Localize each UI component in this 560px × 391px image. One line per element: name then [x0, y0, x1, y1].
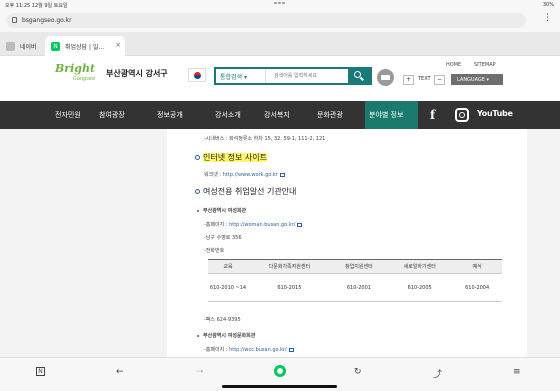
- table-cell: 610-2005: [387, 273, 453, 302]
- search-input[interactable]: 검색어를 입력하세요: [274, 72, 317, 79]
- heading-women-employment: 여성전용 취업알선 기관안내: [203, 187, 297, 196]
- list-dot-icon: [197, 210, 199, 212]
- table-header: 다문화가족지원센터: [248, 259, 331, 274]
- logo-gangseo: Gangseo: [73, 76, 96, 82]
- home-indicator[interactable]: [222, 385, 337, 388]
- text-size-label: TEXT: [418, 76, 431, 82]
- section-bullet-icon: [195, 189, 200, 194]
- status-bar: 오후 11:25 12월 9일 토요일 30%: [0, 0, 560, 10]
- lock-icon: [12, 17, 17, 23]
- close-tab-icon[interactable]: ×: [115, 41, 121, 49]
- search-button[interactable]: [348, 69, 370, 83]
- naver-favicon-icon: [6, 42, 15, 51]
- org2-name: 부산광역시 여성문화회관: [203, 333, 256, 339]
- text-zoom-out-button[interactable]: −: [434, 75, 445, 85]
- nav-item-culture[interactable]: 문화관광: [317, 110, 343, 120]
- heading-internet-sites: 인터넷 정보 사이트: [203, 153, 267, 162]
- table-header: 교육: [208, 259, 248, 274]
- org2-homepage: -홈페이지 : http://wcc.busan.go.kr/: [204, 346, 294, 353]
- table-header: 예식: [452, 259, 502, 274]
- site-name[interactable]: 부산광역시 강서구: [106, 68, 168, 79]
- section-bullet-icon: [195, 155, 200, 160]
- list-dot-icon: [197, 335, 199, 337]
- external-link-icon: [297, 222, 303, 227]
- org2-link[interactable]: http://wcc.busan.go.kr/: [229, 347, 287, 353]
- bus-info: -시내버스 : 화석정류소 하차 15, 32, 59-1, 111-2, 12…: [204, 136, 326, 142]
- refresh-icon[interactable]: ↻: [354, 367, 362, 377]
- forward-arrow-icon[interactable]: →: [196, 367, 204, 377]
- korean-flag-icon: [188, 68, 206, 82]
- sitemap-link[interactable]: SITEMAP: [474, 62, 496, 68]
- url-field[interactable]: bsgangseo.go.kr: [6, 13, 526, 28]
- worknet-link[interactable]: http://www.work.go.kr: [223, 172, 278, 178]
- back-arrow-icon[interactable]: ←: [116, 367, 124, 377]
- org1-phone-label: -전화번호: [204, 248, 225, 254]
- naver-home-icon[interactable]: [274, 365, 286, 377]
- tab-label: 취업상담 | 일...: [65, 44, 105, 51]
- table-header-row: 교육 다문화가족지원센터 창업지원센터 새로일하기센터 예식: [208, 259, 502, 274]
- nav-item-participation[interactable]: 참여광장: [99, 110, 125, 120]
- org1-link[interactable]: http://woman.busan.go.kr/: [229, 222, 295, 228]
- youtube-icon[interactable]: YouTube: [477, 109, 513, 118]
- org1-name: 부산광역시 여성회관: [203, 208, 247, 214]
- status-time: 오후 11:25 12월 9일 토요일: [5, 3, 68, 9]
- nav-item-civil[interactable]: 전자민원: [55, 110, 81, 120]
- battery-indicator: 30%: [542, 2, 554, 8]
- tab-strip: 네이버 N 취업상담 | 일... ×: [0, 32, 560, 56]
- external-link-icon: [279, 172, 285, 177]
- table-cell: 610-2001: [330, 273, 388, 302]
- text-zoom-in-button[interactable]: +: [403, 75, 414, 85]
- logo-bright[interactable]: Bright: [55, 62, 95, 75]
- nav-item-welfare[interactable]: 강서복지: [264, 110, 290, 120]
- tab-naver[interactable]: 네이버: [0, 36, 45, 56]
- language-select[interactable]: LANGUAGE ▾: [451, 74, 503, 85]
- facebook-icon[interactable]: f: [430, 108, 435, 122]
- search-box: 통합검색 ▾ 검색어를 입력하세요: [214, 67, 372, 85]
- org1-fax: -팩스 624-9395: [204, 317, 241, 323]
- tab-active[interactable]: N 취업상담 | 일... ×: [45, 36, 125, 56]
- instagram-icon[interactable]: [455, 108, 469, 122]
- table-row: 610-2010 ~14 610-2015 610-2001 610-2005 …: [208, 273, 502, 302]
- naver-n-button-icon[interactable]: N: [36, 367, 45, 376]
- home-link[interactable]: HOME: [446, 62, 461, 68]
- more-menu-icon[interactable]: ⋮: [543, 13, 552, 23]
- naver-n-icon: N: [51, 42, 60, 51]
- tab-label: 네이버: [20, 44, 37, 51]
- table-header: 창업지원센터: [330, 259, 388, 274]
- table-cell: 610-2015: [248, 273, 331, 302]
- multitask-dots-icon[interactable]: [274, 0, 288, 4]
- search-scope-select[interactable]: 통합검색 ▾: [216, 69, 266, 83]
- phone-table: 교육 다문화가족지원센터 창업지원센터 새로일하기센터 예식 610-2010 …: [208, 259, 502, 302]
- menu-icon[interactable]: ≡: [513, 367, 521, 377]
- share-icon[interactable]: ⤴: [433, 367, 442, 380]
- accessibility-keyboard-icon[interactable]: [377, 69, 394, 86]
- address-bar-area: bsgangseo.go.kr ⋮: [0, 10, 560, 32]
- nav-item-disclosure[interactable]: 정보공개: [157, 110, 183, 120]
- table-header: 새로일하기센터: [387, 259, 453, 274]
- table-cell: 610-2010 ~14: [208, 273, 248, 302]
- nav-item-field-info[interactable]: 분야별 정보: [369, 110, 403, 120]
- main-nav: 전자민원 참여광장 정보공개 강서소개 강서복지 문화관광 분야별 정보 f Y…: [0, 101, 560, 129]
- url-text: bsgangseo.go.kr: [22, 17, 72, 24]
- external-link-icon: [288, 347, 294, 352]
- nav-item-intro[interactable]: 강서소개: [215, 110, 241, 120]
- worknet-line: 워크넷 : http://www.work.go.kr: [204, 171, 285, 178]
- org1-homepage: -홈페이지 : http://woman.busan.go.kr/: [204, 221, 303, 228]
- site-header: Bright Gangseo 부산광역시 강서구 통합검색 ▾ 검색어를 입력하…: [0, 57, 560, 101]
- table-cell: 610-2004: [452, 273, 502, 302]
- org1-address: -남구 수영로 356: [204, 235, 242, 241]
